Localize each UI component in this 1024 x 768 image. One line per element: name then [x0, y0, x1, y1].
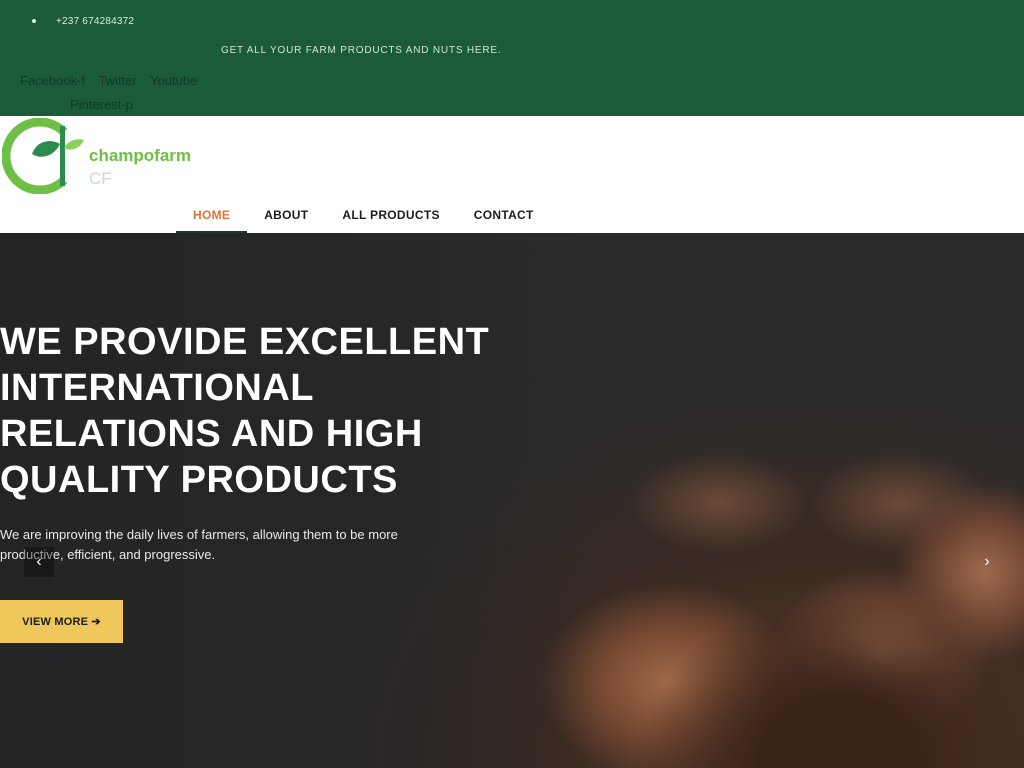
- hero-slider: WE PROVIDE EXCELLENT INTERNATIONAL RELAT…: [0, 233, 1024, 768]
- chevron-left-icon[interactable]: ‹: [24, 547, 54, 577]
- pinterest-link[interactable]: Pinterest-p: [70, 97, 133, 112]
- phone-info: +237 674284372: [32, 16, 134, 27]
- chevron-right-icon[interactable]: ›: [972, 547, 1002, 577]
- brand-name[interactable]: champofarm: [89, 146, 191, 166]
- social-links: Facebook-f Twitter Youtube: [20, 73, 207, 88]
- phone-number[interactable]: +237 674284372: [56, 16, 134, 27]
- nav-contact[interactable]: CONTACT: [457, 204, 551, 233]
- top-bar: +237 674284372 GET ALL YOUR FARM PRODUCT…: [0, 0, 1024, 116]
- brand-initials: CF: [89, 169, 112, 188]
- nav-all-products[interactable]: ALL PRODUCTS: [325, 204, 456, 233]
- youtube-link[interactable]: Youtube: [150, 73, 197, 88]
- phone-icon: [32, 19, 36, 24]
- logo-icon[interactable]: [2, 118, 86, 194]
- view-more-button[interactable]: VIEW MORE ➔: [0, 600, 123, 643]
- nav-about[interactable]: ABOUT: [247, 204, 325, 233]
- facebook-link[interactable]: Facebook-f: [20, 73, 85, 88]
- hero-subtext: We are improving the daily lives of farm…: [0, 527, 398, 562]
- nav-home[interactable]: HOME: [176, 204, 248, 233]
- main-nav: HOME ABOUT ALL PRODUCTS CONTACT: [176, 204, 551, 233]
- twitter-link[interactable]: Twitter: [98, 73, 136, 88]
- hero-headline: WE PROVIDE EXCELLENT INTERNATIONAL RELAT…: [0, 321, 490, 501]
- tagline: GET ALL YOUR FARM PRODUCTS AND NUTS HERE…: [221, 45, 502, 56]
